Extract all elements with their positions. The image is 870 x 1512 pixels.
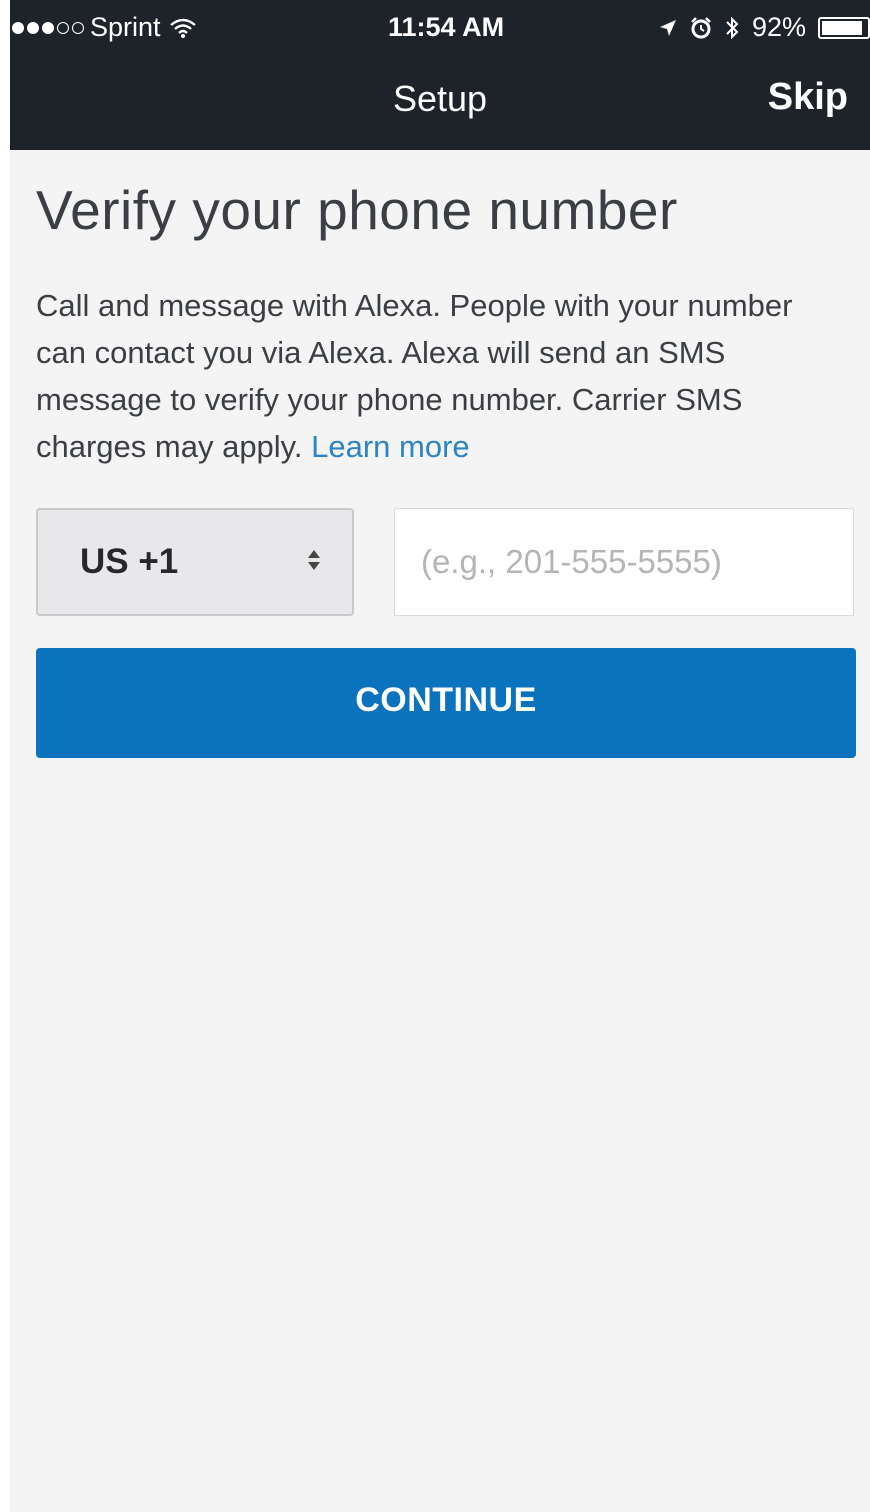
status-bar: Sprint 11:54 AM 92% bbox=[10, 6, 870, 46]
alarm-icon bbox=[691, 16, 711, 38]
signal-dot bbox=[27, 21, 39, 34]
top-bar: Sprint 11:54 AM 92% Setup Skip bbox=[10, 0, 870, 150]
status-left: Sprint bbox=[12, 12, 197, 43]
signal-icon bbox=[12, 21, 84, 34]
nav-title: Setup bbox=[392, 78, 488, 119]
main-content: Verify your phone number Call and messag… bbox=[36, 178, 856, 758]
location-icon bbox=[659, 19, 676, 36]
chevron-down-shape bbox=[308, 562, 320, 570]
carrier-name: Sprint bbox=[90, 12, 161, 42]
wifi-icon bbox=[169, 18, 196, 38]
chevron-up-shape bbox=[308, 550, 320, 558]
page-title: Verify your phone number bbox=[36, 179, 678, 241]
phone-entry-row: US +1 bbox=[36, 508, 856, 618]
continue-button[interactable]: CONTINUE bbox=[36, 648, 856, 758]
battery-level bbox=[822, 20, 863, 35]
battery-icon bbox=[818, 16, 870, 39]
signal-dot bbox=[42, 21, 54, 34]
phone-number-input[interactable] bbox=[394, 508, 854, 616]
signal-dot bbox=[57, 21, 69, 34]
status-time: 11:54 AM bbox=[388, 12, 505, 42]
country-code-value: US +1 bbox=[80, 542, 179, 581]
signal-dot bbox=[12, 21, 24, 34]
country-code-select[interactable]: US +1 bbox=[36, 508, 354, 616]
bluetooth-icon bbox=[726, 16, 739, 39]
status-right: 92% bbox=[658, 12, 870, 43]
learn-more-link[interactable]: Learn more bbox=[311, 429, 470, 464]
battery-percent: 92% bbox=[751, 12, 806, 42]
chevron-updown-icon bbox=[308, 550, 320, 570]
signal-dot bbox=[72, 21, 84, 34]
app-screen: Sprint 11:54 AM 92% Setup Skip Verify yo… bbox=[10, 0, 870, 1512]
description: Call and message with Alexa. People with… bbox=[36, 282, 836, 470]
skip-button[interactable]: Skip bbox=[768, 76, 848, 119]
